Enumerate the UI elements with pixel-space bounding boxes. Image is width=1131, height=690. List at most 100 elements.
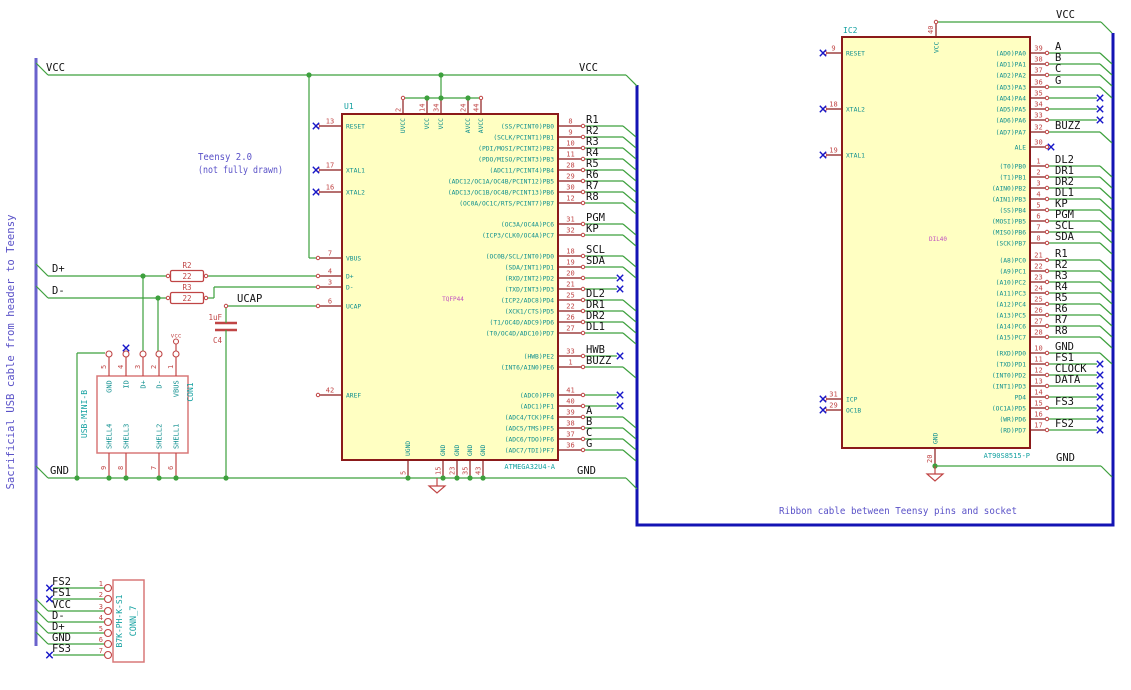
pin-number: 38 — [1034, 56, 1042, 64]
pin-number: 13 — [326, 118, 334, 126]
net-label: BUZZ — [586, 355, 611, 367]
pin-number: 17 — [1034, 422, 1042, 430]
pin-name: VCC — [934, 41, 941, 53]
pin-number: 7 — [328, 250, 332, 258]
junction-dot — [480, 475, 486, 481]
pin-number: 4 — [328, 268, 332, 276]
pin-name: SHELL2 — [156, 424, 164, 449]
pin-name: (AIN0)PB2 — [992, 186, 1026, 193]
pin-end-circle — [1044, 427, 1050, 433]
pin-end-circle — [580, 286, 586, 292]
pin-number: 25 — [1034, 296, 1042, 304]
pin-name: (A14)PC6 — [996, 324, 1027, 331]
pin-number: 43 — [475, 467, 483, 475]
pin-end-circle — [580, 425, 586, 431]
value-conn7: B7K-PH-K-S1 — [115, 594, 124, 647]
pin-name: (AIN1)PB3 — [992, 197, 1026, 204]
pin-number: 27 — [1034, 318, 1042, 326]
pin-name: (PDI/MOSI/PCINT2)PB2 — [478, 146, 554, 153]
pin-number: 29 — [566, 173, 574, 181]
pin-number: 20 — [926, 455, 934, 463]
pin-number: 1 — [1036, 158, 1040, 166]
pin-end-circle — [580, 264, 586, 270]
footprint-ic2: DIL40 — [929, 236, 947, 243]
power-label-gnd: GND — [1056, 452, 1075, 464]
pin-end-circle — [580, 189, 586, 195]
pin-end-circle — [1044, 95, 1050, 101]
pin-number: 24 — [460, 104, 468, 112]
pin-name: (A11)PC3 — [996, 291, 1027, 298]
pin-number: 29 — [829, 402, 837, 410]
pin-end-circle — [580, 353, 586, 359]
pin-end-circle — [103, 628, 113, 638]
pin-number: 32 — [1034, 124, 1042, 132]
pin-name: (ADC6/TDO)PF6 — [505, 437, 554, 444]
pin-number: 8 — [1036, 235, 1040, 243]
pin-number: 12 — [1034, 367, 1042, 375]
pin-name: (INT1)PD3 — [992, 384, 1026, 391]
net-label-dplus: D+ — [52, 263, 65, 275]
pin-name: (OC0B/SCL/INT0)PD0 — [486, 254, 554, 261]
pin-number: 35 — [1034, 90, 1042, 98]
power-label-gnd: GND — [50, 465, 69, 477]
resistor-value: 22 — [182, 294, 191, 303]
pin-end-circle — [155, 350, 163, 358]
pin-name: D- — [346, 285, 354, 292]
pin-number: 5 — [1036, 202, 1040, 210]
power-label-gnd: GND — [577, 465, 596, 477]
pin-number: 12 — [566, 195, 574, 203]
schematic-canvas: 8 (SS/PCINT0)PB0 9 (SCLK/PCINT1)PB1 10 (PDI/M… — [0, 0, 1131, 690]
note-ribbon-cable: Ribbon cable between Teensy pins and soc… — [779, 506, 1017, 517]
pin-number: 32 — [566, 227, 574, 235]
pin-name: (A10)PC2 — [996, 280, 1027, 287]
pin-number: 23 — [449, 467, 457, 475]
pin-end-circle — [103, 639, 113, 649]
pin-name: (SCK)PB7 — [996, 241, 1027, 248]
pin-name: (RXD/INT2)PD2 — [505, 276, 554, 283]
net-label: DATA — [1055, 374, 1081, 386]
pin-end-circle — [1044, 301, 1050, 307]
pin-name: (ADC12/OC1A/OC4B/PCINT12)PB5 — [448, 179, 554, 186]
pin-number: 18 — [566, 248, 574, 256]
net-label: R8 — [586, 191, 599, 203]
net-label: SDA — [1055, 231, 1075, 243]
pin-number: 36 — [1034, 79, 1042, 87]
pin-end-circle — [580, 167, 586, 173]
pin-end-circle — [1044, 106, 1050, 112]
pin-name: (AD4)PA4 — [996, 96, 1027, 103]
pin-end-circle — [1044, 240, 1050, 246]
net-label: R8 — [1055, 325, 1068, 337]
pin-number: 4 — [1036, 191, 1040, 199]
pin-number: 26 — [566, 314, 574, 322]
resistor-reference: R3 — [182, 283, 191, 292]
pin-number: 1 — [568, 359, 572, 367]
net-label: KP — [586, 223, 599, 235]
pin-number: 30 — [1034, 139, 1042, 147]
junction-dot — [440, 475, 446, 481]
value-u1: ATMEGA32U4-A — [504, 463, 555, 471]
net-label: FS1 — [52, 587, 71, 599]
pin-end-circle — [478, 95, 484, 101]
pin-number: 19 — [566, 259, 574, 267]
pin-name: (T0)PB0 — [999, 164, 1026, 171]
pin-name: (ADC7/TDI)PF7 — [505, 448, 554, 455]
pin-end-circle — [223, 303, 229, 309]
pin-number: 21 — [566, 281, 574, 289]
pin-name: (OC3A/OC4A)PC6 — [501, 222, 554, 229]
power-label-vcc: VCC — [1056, 9, 1075, 21]
pin-name: (PDO/MISO/PCINT3)PB3 — [478, 157, 554, 164]
pin-end-circle — [1044, 372, 1050, 378]
pin-name: (SS)PB4 — [999, 208, 1026, 215]
pin-end-circle — [580, 253, 586, 259]
pin-number: 36 — [566, 442, 574, 450]
power-label-vcc: VCC — [46, 62, 65, 74]
pin-name: GND — [440, 444, 447, 456]
pin-name: VBUS — [173, 380, 181, 397]
pin-end-circle — [580, 232, 586, 238]
pin-number: 2 — [395, 108, 403, 112]
pin-number: 3 — [134, 365, 142, 369]
pin-end-circle — [1044, 72, 1050, 78]
pin-name: XTAL2 — [846, 107, 865, 114]
pin-name: (AD1)PA1 — [996, 62, 1027, 69]
pin-end-circle — [1044, 229, 1050, 235]
